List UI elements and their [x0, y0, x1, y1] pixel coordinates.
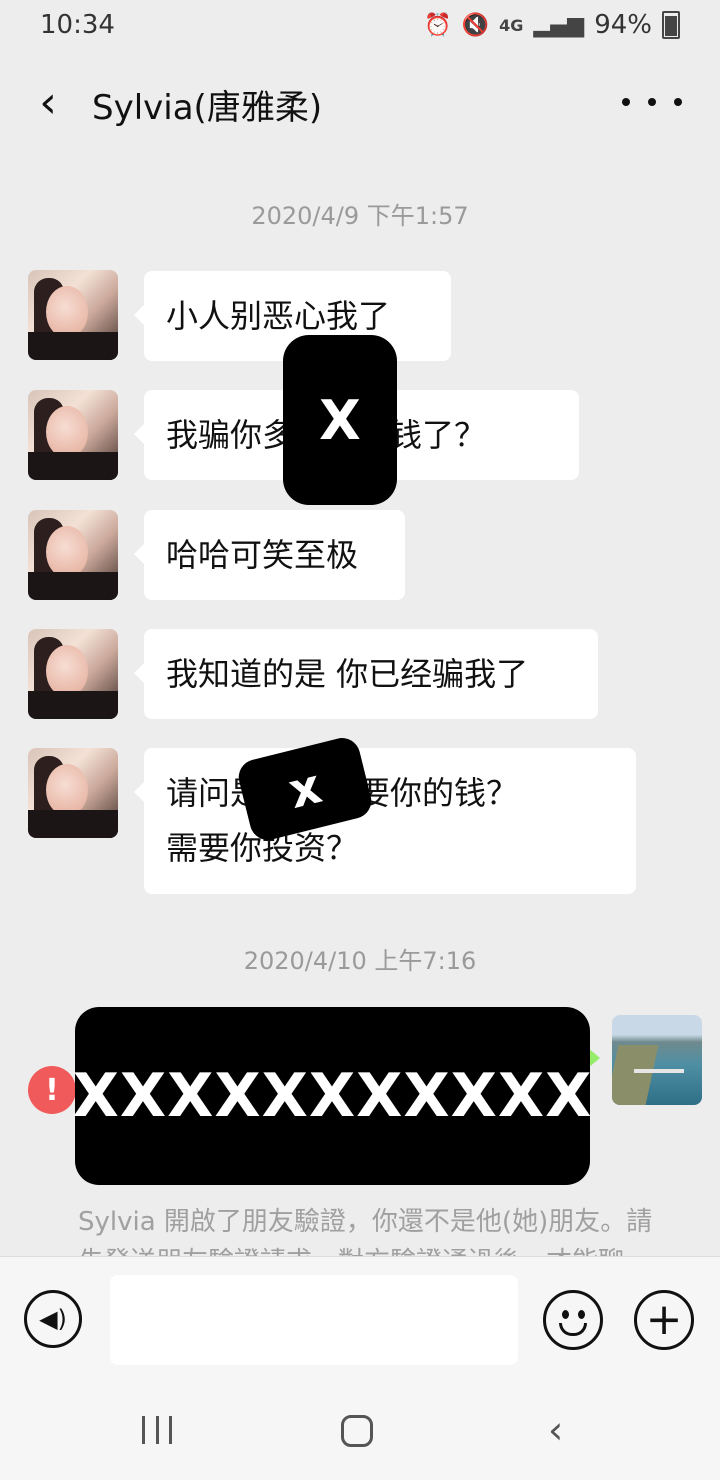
message-text: 小人别恶心我了 — [166, 297, 391, 335]
message-bubble[interactable]: 我知道的是 你已经骗我了 — [134, 629, 598, 719]
status-time: 10:34 — [40, 10, 115, 40]
message-input[interactable] — [110, 1275, 518, 1365]
input-bar: ◀) + — [0, 1256, 720, 1381]
emoji-icon[interactable] — [543, 1290, 603, 1350]
status-bar: 10:34 ⏰ 🔇 4G ▂▄▆ 94% — [0, 0, 720, 50]
system-notice: Sylvia 開啟了朋友驗證，你還不是他(她)朋友。請先發送朋友驗證請求，對方驗… — [78, 1207, 653, 1256]
message-text: 请问是谁我需要你的钱？ — [166, 766, 614, 821]
avatar[interactable] — [28, 270, 118, 360]
message-text: 需要你投资？ — [166, 829, 359, 867]
signal-icon: ▂▄▆ — [533, 12, 585, 38]
chat-title: Sylvia(唐雅柔) — [92, 88, 323, 128]
home-icon[interactable] — [341, 1415, 373, 1447]
plus-icon[interactable]: + — [634, 1290, 694, 1350]
avatar[interactable] — [28, 390, 118, 480]
redaction-box: X — [283, 335, 397, 505]
redaction-box[interactable]: XXXXXXXXXXX — [73, 1007, 591, 1185]
alarm-icon: ⏰ — [424, 12, 452, 38]
more-icon[interactable] — [622, 80, 682, 124]
network-label: 4G — [499, 15, 524, 35]
chat-header: ‹ Sylvia(唐雅柔) — [0, 50, 720, 156]
system-nav-bar: ‹ — [0, 1380, 720, 1480]
timestamp: 2020/4/10 上午7:16 — [243, 947, 477, 975]
back-arrow-icon[interactable]: ‹ — [28, 78, 68, 128]
my-avatar[interactable] — [612, 1015, 702, 1105]
voice-icon[interactable]: ◀) — [24, 1290, 82, 1348]
message-text: 我知道的是 你已经骗我了 — [166, 655, 529, 693]
message-bubble[interactable]: 哈哈可笑至极 — [134, 510, 405, 600]
avatar[interactable] — [28, 629, 118, 719]
battery-icon — [662, 11, 680, 39]
recent-apps-icon[interactable] — [142, 1416, 172, 1444]
back-icon[interactable]: ‹ — [548, 1408, 563, 1452]
avatar[interactable] — [28, 748, 118, 838]
message-bubble[interactable]: 请问是谁我需要你的钱？ 需要你投资？ — [134, 748, 636, 894]
message-text: 哈哈可笑至极 — [166, 536, 359, 574]
timestamp: 2020/4/9 下午1:57 — [251, 202, 469, 230]
mute-icon: 🔇 — [461, 12, 490, 38]
battery-percent: 94% — [594, 10, 652, 40]
send-failed-icon[interactable]: ! — [28, 1066, 76, 1114]
avatar[interactable] — [28, 510, 118, 600]
status-icons: ⏰ 🔇 4G ▂▄▆ 94% — [424, 10, 680, 40]
